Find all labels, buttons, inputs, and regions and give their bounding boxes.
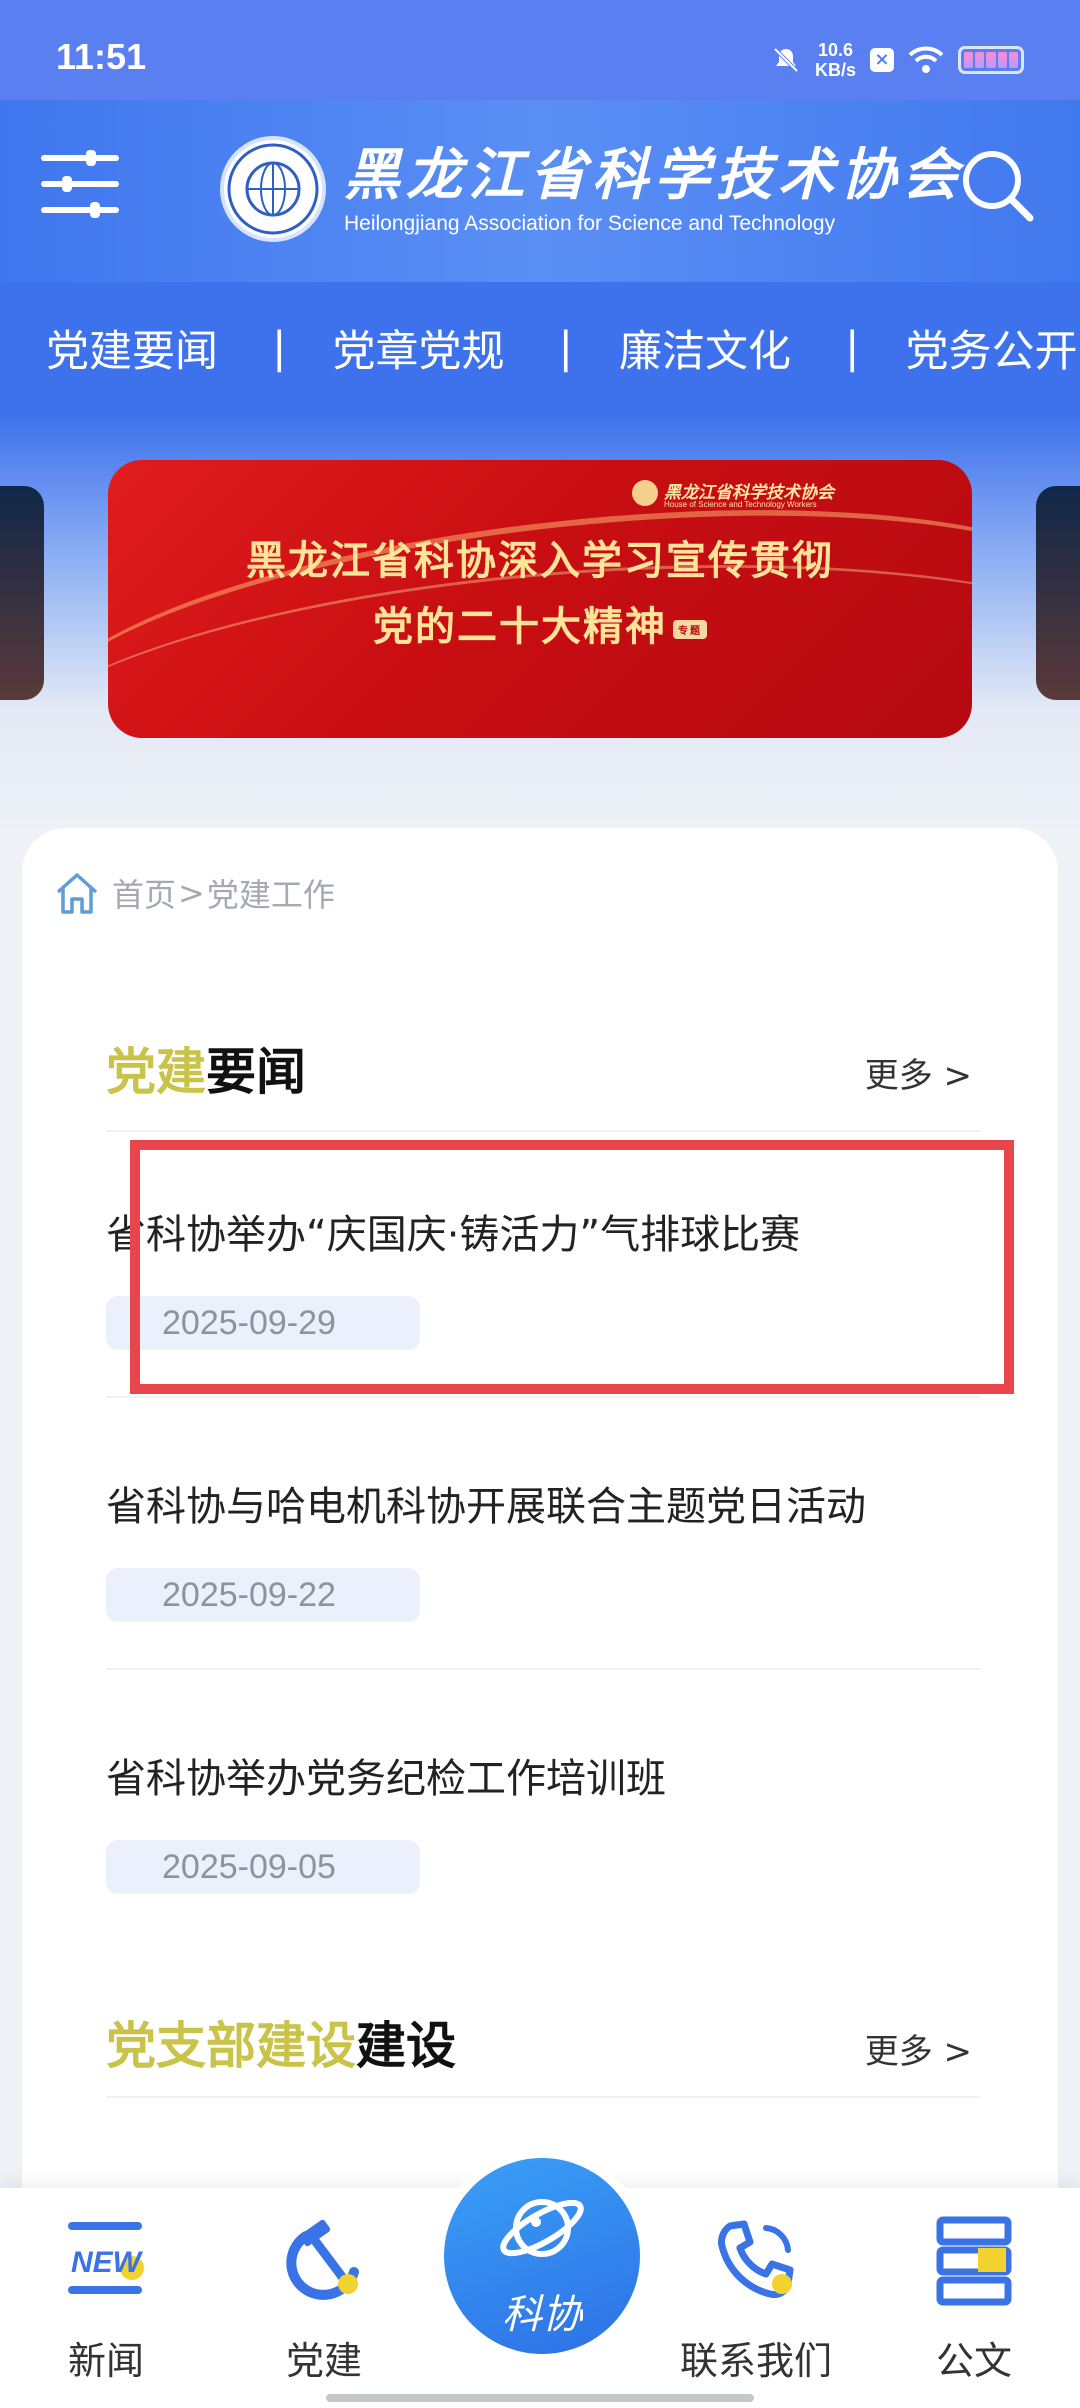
nav-item-integrity-culture[interactable]: 廉洁文化 [573,317,791,379]
section-divider [106,1130,980,1132]
center-button-label: 科协 [502,2292,582,2338]
notification-x-icon: × [870,48,894,72]
tab-news[interactable]: NEW 新闻 [26,2212,186,2385]
more-link-branch-building[interactable]: 更多 > [865,2024,972,2073]
breadcrumb-current: 党建工作 [206,876,335,914]
tab-docs-label: 公文 [935,2339,1012,2383]
search-icon[interactable] [960,148,1036,224]
globe-icon [227,143,319,235]
section-title-rest: 建设 [356,2017,456,2075]
filter-menu-icon[interactable] [40,148,120,220]
tab-docs[interactable]: 公文 [894,2212,1054,2385]
section-title-party-news: 党建要闻 [106,1032,340,1110]
news-title[interactable]: 省科协举办党务纪检工作培训班 [106,1746,980,1804]
battery-icon [958,46,1024,74]
org-emblem [220,136,326,242]
nav-item-party-rules[interactable]: 党章党规 [287,317,505,379]
breadcrumb-separator: > [178,874,205,912]
tab-contact-label: 联系我们 [679,2339,832,2383]
tab-party-label: 党建 [285,2339,362,2383]
banner-tag: 专题 [673,619,707,639]
org-name-cn: 黑龙江省科学技术协会 [344,142,964,208]
home-icon[interactable] [52,868,102,918]
mute-bell-icon [773,47,799,73]
center-kexie-button[interactable]: 科协 [434,2148,650,2364]
section-title-highlight: 党建 [106,1043,206,1101]
banner-seal-icon [632,480,658,506]
news-icon: NEW [58,2212,154,2308]
status-icons: 10.6 KB/s × [771,40,1024,80]
net-speed-value: 10.6 [817,40,854,60]
nav-separator: | [845,323,860,373]
news-date: 2025-09-22 [106,1568,420,1622]
status-time: 11:51 [56,36,147,77]
nav-item-party-news[interactable]: 党建要闻 [0,317,218,379]
news-title[interactable]: 省科协与哈电机科协开展联合主题党日活动 [106,1474,980,1532]
carousel-prev-card[interactable] [0,486,44,700]
tab-contact[interactable]: 联系我们 [676,2212,836,2385]
nav-separator: | [558,323,574,373]
category-nav: 党建要闻 | 党章党规 | 廉洁文化 | 党务公开 [0,282,1080,414]
app-header: 黑龙江省科学技术协会 Heilongjiang Association for … [0,100,1080,282]
more-link-party-news[interactable]: 更多 > [865,1048,972,1097]
banner-headline-1: 黑龙江省科协深入学习宣传贯彻 [246,538,834,584]
carousel-next-card[interactable] [1036,486,1080,700]
section-title-branch-building: 党支部建设建设 [106,2006,456,2084]
news-date: 2025-09-05 [106,1840,420,1894]
nav-item-party-affairs[interactable]: 党务公开 [860,317,1078,379]
org-name-en: Heilongjiang Association for Science and… [344,212,836,235]
tab-party[interactable]: 党建 [244,2212,404,2385]
news-item[interactable]: 省科协与哈电机科协开展联合主题党日活动 2025-09-22 [106,1474,980,1622]
svg-text:NEW: NEW [71,2246,144,2279]
news-divider [106,1396,980,1398]
banner-headline-2: 党的二十大精神 专题 [108,594,972,652]
org-title: 黑龙江省科学技术协会 Heilongjiang Association for … [344,142,964,236]
section-divider [106,2096,980,2098]
section-title-rest: 要闻 [206,1043,306,1101]
org-logo: 黑龙江省科学技术协会 Heilongjiang Association for … [220,136,964,242]
nav-separator: | [272,323,287,373]
hammer-sickle-icon [276,2212,372,2308]
banner-carousel[interactable]: 黑龙江省科学技术协会 House of Science and Technolo… [108,460,972,738]
net-speed: 10.6 KB/s [815,40,856,80]
document-stack-icon [926,2212,1022,2308]
net-speed-unit: KB/s [814,60,856,80]
news-divider [106,1668,980,1670]
selection-highlight-box [130,1140,1014,1394]
tab-news-label: 新闻 [67,2339,144,2383]
wifi-icon [908,46,944,73]
status-bar: 11:51 10.6 KB/s × [0,0,1080,100]
breadcrumb-home[interactable]: 首页 [112,870,176,916]
breadcrumb: 首页 > 党建工作 [52,868,335,918]
gesture-home-bar[interactable] [326,2394,754,2402]
phone-icon [708,2212,804,2308]
news-item[interactable]: 省科协举办党务纪检工作培训班 2025-09-05 [106,1746,980,1894]
banner-org-label-en: House of Science and Technology Workers [664,500,817,509]
section-title-highlight: 党支部建设 [106,2017,356,2075]
